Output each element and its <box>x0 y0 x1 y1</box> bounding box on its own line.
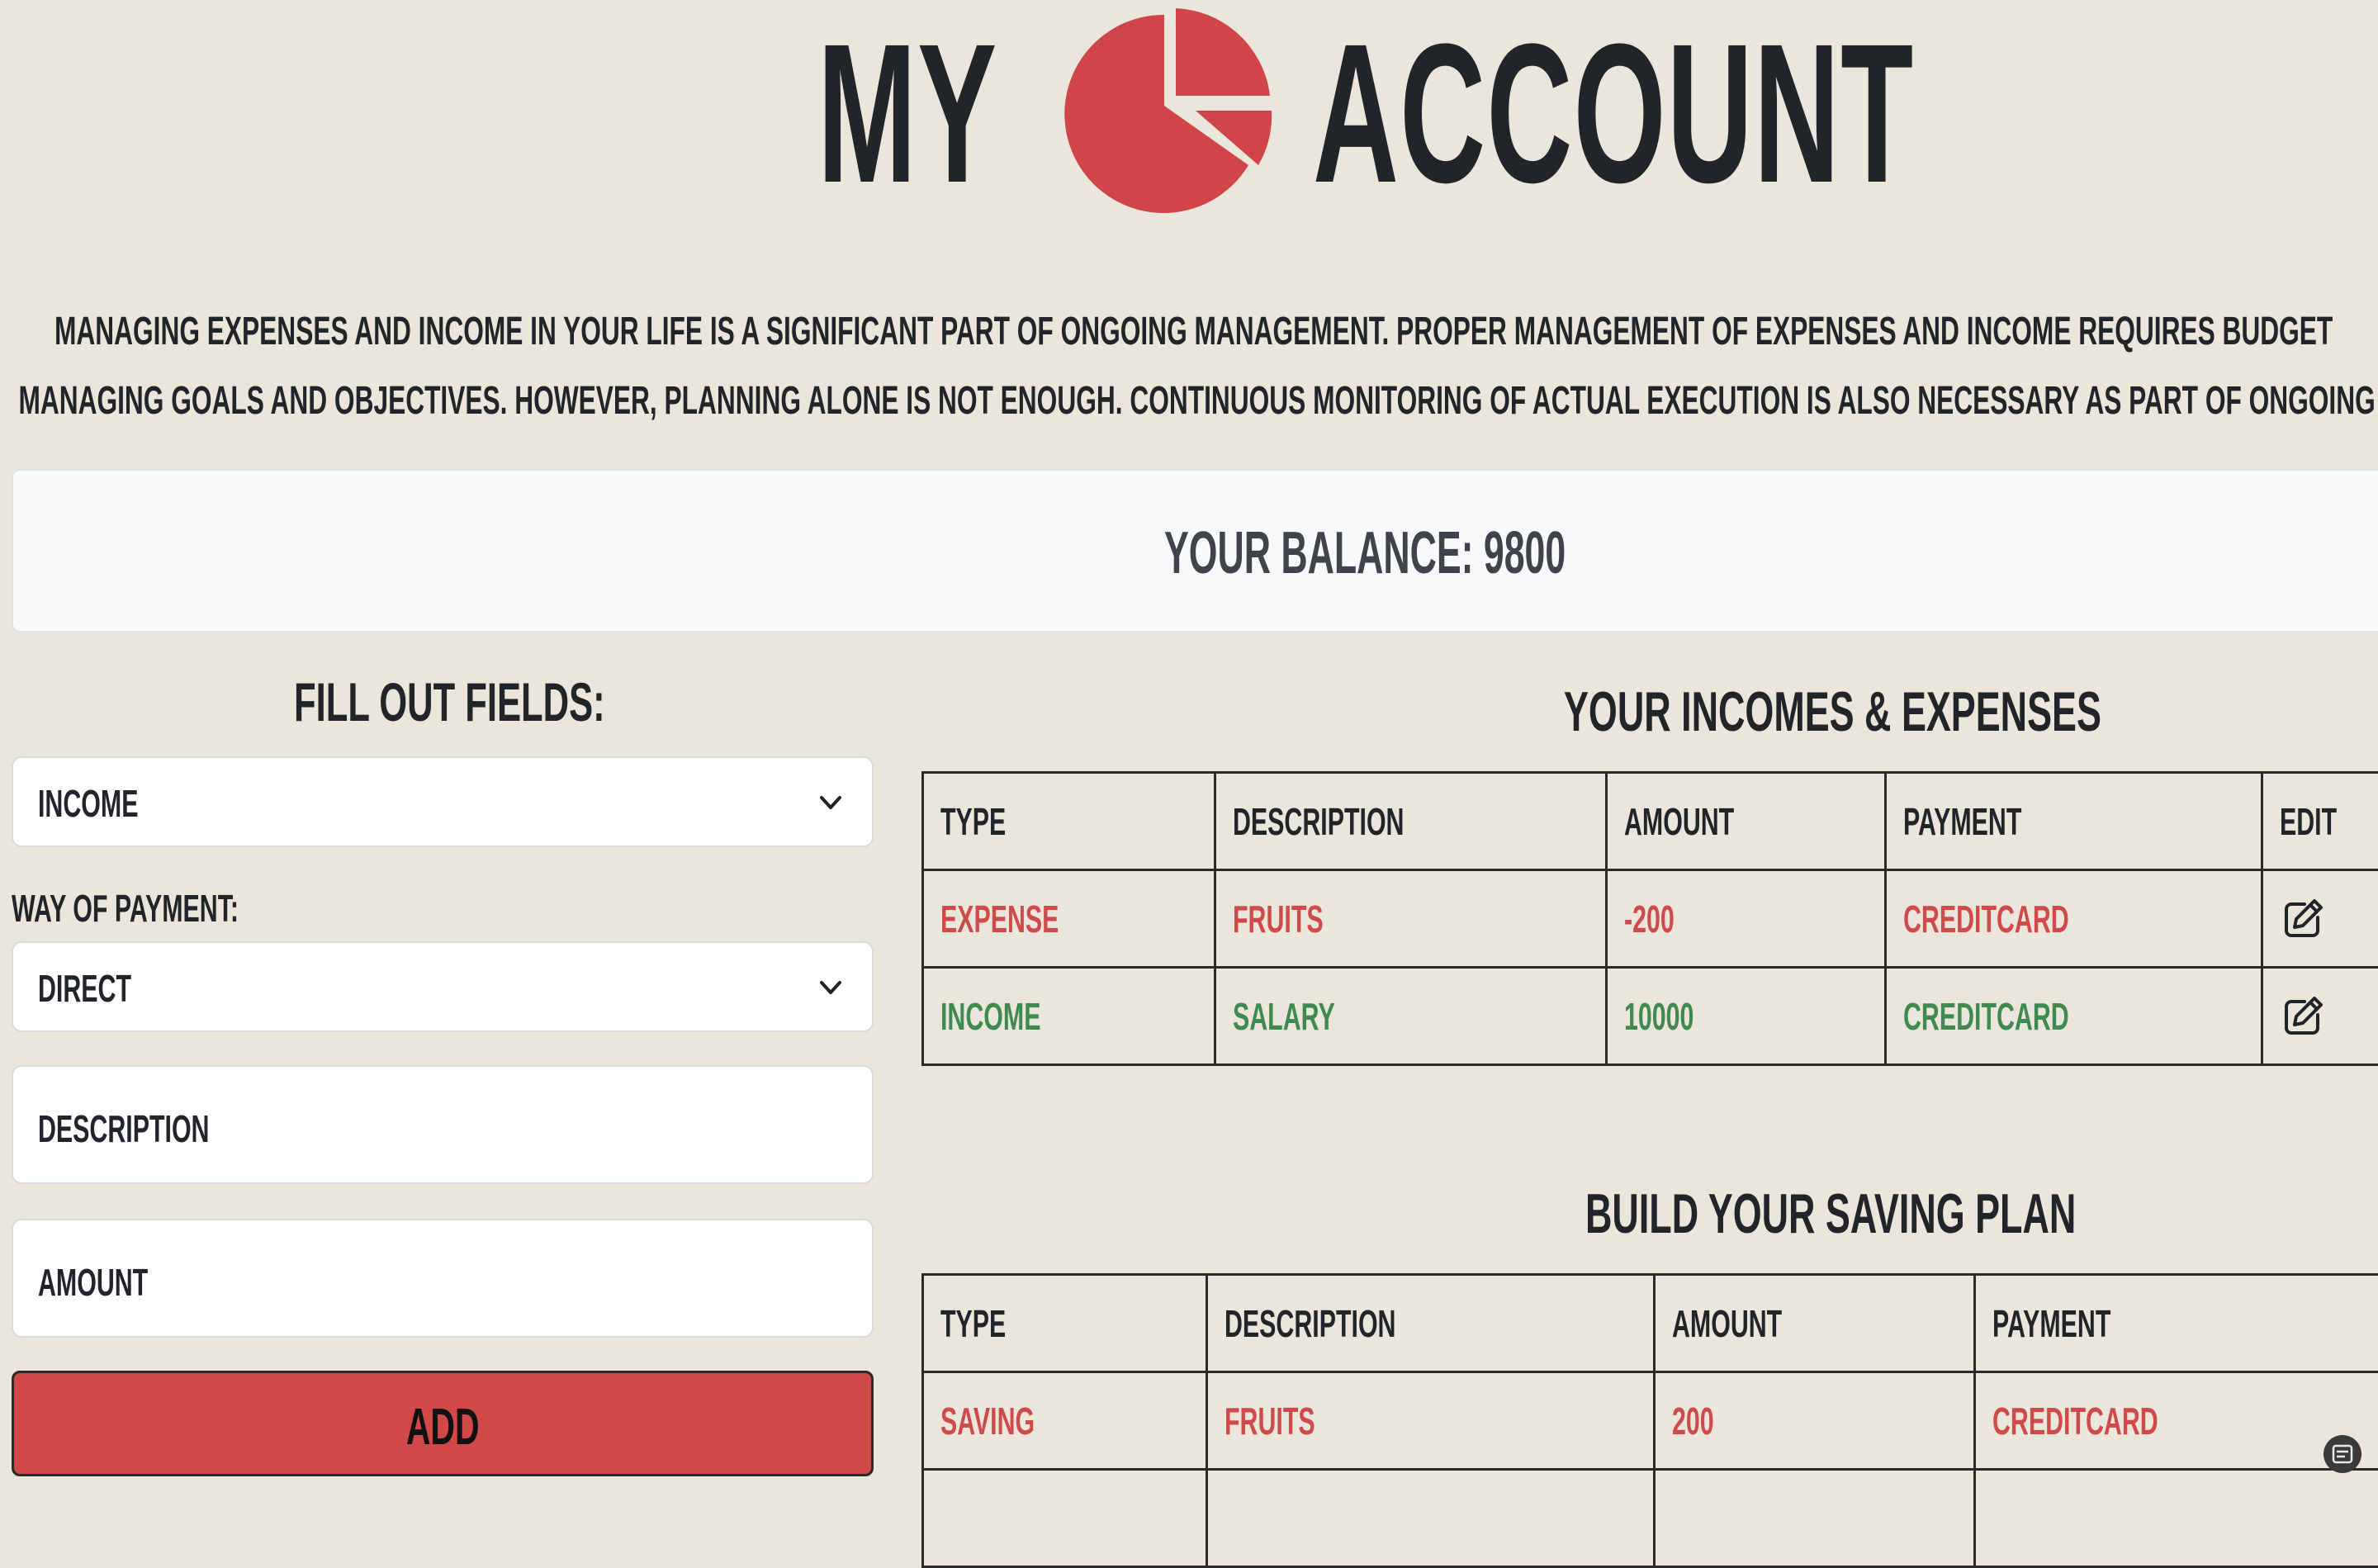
text-scan-icon[interactable] <box>2322 1433 2363 1475</box>
chevron-down-icon <box>817 789 844 816</box>
edit-icon[interactable] <box>2280 993 2326 1040</box>
intro-line: Managing expenses and income in your lif… <box>0 297 1570 367</box>
column-header: AMOUNT <box>1655 1275 1975 1372</box>
table-row <box>923 1470 2378 1567</box>
cell-type: SAVING <box>923 1372 1207 1470</box>
transactions-title: YOUR INCOMES & EXPENSES <box>1564 679 2378 745</box>
cell-description: SALARY <box>1215 968 1607 1065</box>
payment-select[interactable]: DIRECT <box>12 941 874 1032</box>
amount-input[interactable]: AMOUNT <box>12 1219 874 1338</box>
table-header-row: TYPE DESCRIPTION AMOUNT PAYMENT <box>923 1275 2378 1372</box>
cell-edit <box>2262 870 2378 968</box>
savings-table: TYPE DESCRIPTION AMOUNT PAYMENT SAVING F… <box>921 1273 2378 1568</box>
cell-description: FRUITS <box>1207 1372 1655 1470</box>
column-header: AMOUNT <box>1607 773 1886 870</box>
cell-empty <box>1207 1470 1655 1567</box>
cell-description: FRUITS <box>1215 870 1607 968</box>
page-title-right: ACCOUNT <box>1313 18 1914 208</box>
cell-payment: CREDITCARD <box>1886 870 2262 968</box>
cell-amount: 200 <box>1655 1372 1975 1470</box>
edit-icon[interactable] <box>2280 896 2326 942</box>
cell-edit <box>2262 968 2378 1065</box>
column-header: PAYMENT <box>1975 1275 2378 1372</box>
table-row: EXPENSE FRUITS -200 CREDITCARD <box>923 870 2378 968</box>
cell-amount: 10000 <box>1607 968 1886 1065</box>
column-header: EDIT <box>2262 773 2378 870</box>
cell-empty <box>1655 1470 1975 1567</box>
column-header: DESCRIPTION <box>1215 773 1607 870</box>
pie-chart-icon <box>1055 3 1280 216</box>
add-button-label: ADD <box>14 1398 871 1457</box>
cell-amount: -200 <box>1607 870 1886 968</box>
balance-text: YOUR BALANCE: 9800 <box>1164 519 1566 588</box>
type-select[interactable]: INCOME <box>12 756 874 847</box>
page-header: MY ACCOUNT <box>0 0 2378 223</box>
cell-type: INCOME <box>923 968 1215 1065</box>
cell-payment: CREDITCARD <box>1886 968 2262 1065</box>
amount-placeholder: AMOUNT <box>38 1260 205 1305</box>
payment-select-value: DIRECT <box>38 966 179 1011</box>
balance-card: YOUR BALANCE: 9800 <box>12 469 2378 632</box>
savings-title: BUILD YOUR SAVING PLAN <box>1585 1181 2328 1247</box>
table-row: SAVING FRUITS 200 CREDITCARD <box>923 1372 2378 1470</box>
transactions-table: TYPE DESCRIPTION AMOUNT PAYMENT EDIT EXP… <box>921 771 2378 1066</box>
payment-label: WAY OF PAYMENT: <box>12 883 356 933</box>
page-title-left: MY <box>817 18 997 208</box>
add-button[interactable]: ADD <box>12 1371 874 1476</box>
type-select-value: INCOME <box>38 781 190 826</box>
column-header: TYPE <box>923 773 1215 870</box>
table-row: INCOME SALARY 10000 CREDITCARD <box>923 968 2378 1065</box>
chevron-down-icon <box>817 974 844 1001</box>
column-header: DESCRIPTION <box>1207 1275 1655 1372</box>
cell-type: EXPENSE <box>923 870 1215 968</box>
form-title: FILL OUT FIELDS: <box>294 669 765 735</box>
column-header: TYPE <box>923 1275 1207 1372</box>
intro-paragraph: Managing expenses and income in your lif… <box>0 297 2378 436</box>
cell-payment: CREDITCARD <box>1975 1372 2378 1470</box>
cell-empty <box>1975 1470 2378 1567</box>
column-header: PAYMENT <box>1886 773 2262 870</box>
description-input[interactable]: DESCRIPTION <box>12 1065 874 1184</box>
description-placeholder: DESCRIPTION <box>38 1106 297 1151</box>
table-header-row: TYPE DESCRIPTION AMOUNT PAYMENT EDIT <box>923 773 2378 870</box>
cell-empty <box>923 1470 1207 1567</box>
intro-line: managing goals and objectives. However, … <box>0 367 1570 436</box>
